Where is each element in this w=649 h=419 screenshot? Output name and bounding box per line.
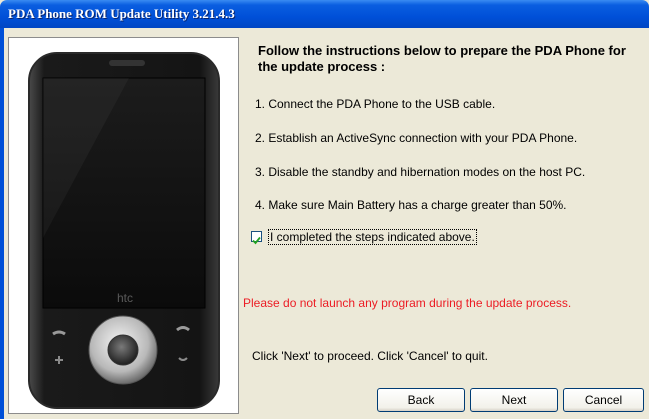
title-bar[interactable]: PDA Phone ROM Update Utility 3.21.4.3 xyxy=(0,0,649,28)
next-button[interactable]: Next xyxy=(470,388,558,412)
cancel-button[interactable]: Cancel xyxy=(563,388,644,412)
step-4: 4. Make sure Main Battery has a charge g… xyxy=(255,198,567,212)
center-button xyxy=(107,334,139,366)
instructions-heading: Follow the instructions below to prepare… xyxy=(258,43,626,74)
phone-image-panel: htc xyxy=(8,37,239,414)
window-title: PDA Phone ROM Update Utility 3.21.4.3 xyxy=(8,6,235,21)
step-2: 2. Establish an ActiveSync connection wi… xyxy=(255,131,578,145)
back-button[interactable]: Back xyxy=(377,388,465,412)
window-frame-left xyxy=(0,28,4,419)
htc-logo: htc xyxy=(117,291,133,305)
earpiece xyxy=(109,60,145,66)
rom-update-window: PDA Phone ROM Update Utility 3.21.4.3 ht… xyxy=(0,0,649,419)
confirm-label[interactable]: I completed the steps indicated above. xyxy=(268,229,477,245)
htc-phone-image: htc xyxy=(28,52,220,409)
navigation-hint: Click 'Next' to proceed. Click 'Cancel' … xyxy=(252,349,488,363)
warning-message: Please do not launch any program during … xyxy=(243,296,572,310)
checkmark-icon xyxy=(252,236,261,245)
confirm-checkbox[interactable] xyxy=(251,231,262,245)
step-1: 1. Connect the PDA Phone to the USB cabl… xyxy=(255,97,496,111)
step-3: 3. Disable the standby and hibernation m… xyxy=(255,165,586,179)
